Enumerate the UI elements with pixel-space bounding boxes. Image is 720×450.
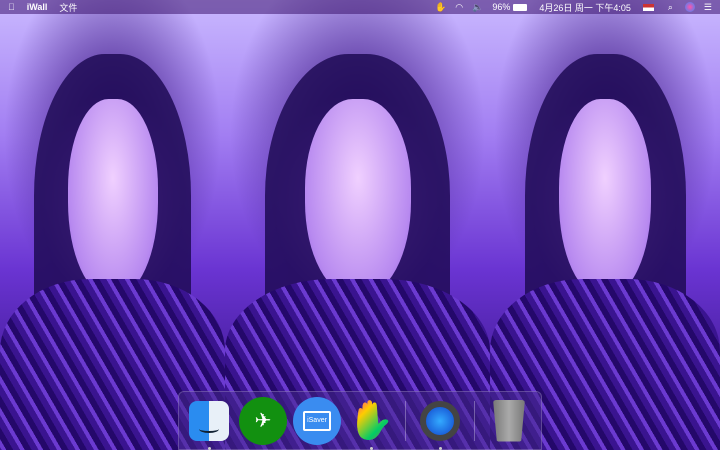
menu-bar:  iWall 文件 ✋ ◠ 🔈 96% 4月26日 周一 下午4:05 ⌕ ☰ bbox=[0, 0, 720, 14]
wallpaper-panel-left bbox=[0, 0, 225, 450]
dock-app-quicktime[interactable] bbox=[416, 397, 464, 450]
input-source-flag-icon[interactable] bbox=[642, 3, 654, 11]
dock-app-isaver[interactable]: iSaver bbox=[293, 396, 341, 445]
wifi-icon[interactable]: ◠ bbox=[455, 2, 463, 13]
dock-separator bbox=[405, 400, 406, 441]
dock-separator bbox=[474, 400, 475, 441]
battery-percent[interactable]: 96% bbox=[492, 2, 510, 12]
quicktime-icon bbox=[420, 400, 460, 441]
hand-icon[interactable]: ✋ bbox=[435, 2, 446, 13]
dock-app-finder[interactable] bbox=[185, 397, 233, 450]
isaver-label: iSaver bbox=[303, 410, 331, 431]
notification-center-icon[interactable]: ☰ bbox=[704, 2, 712, 13]
app-menu[interactable]: iWall bbox=[27, 2, 48, 12]
dock-app-airplane[interactable]: ✈ bbox=[239, 396, 287, 445]
dock-app-trash[interactable] bbox=[485, 397, 533, 445]
isaver-icon: iSaver bbox=[293, 396, 341, 445]
running-indicator bbox=[369, 446, 373, 450]
finder-icon bbox=[189, 400, 229, 441]
wallpaper-panel-center bbox=[225, 0, 490, 450]
running-indicator bbox=[207, 446, 211, 450]
siri-icon[interactable] bbox=[684, 2, 695, 12]
trash-icon bbox=[493, 399, 525, 442]
airplane-icon: ✈ bbox=[239, 396, 287, 445]
dock: ✈ iSaver ✋ bbox=[178, 391, 542, 450]
spotlight-search-icon[interactable]: ⌕ bbox=[668, 2, 673, 13]
apple-menu-icon[interactable]:  bbox=[8, 2, 15, 12]
wallpaper-panel-right bbox=[490, 0, 720, 450]
dock-app-hand-paint[interactable]: ✋ bbox=[347, 397, 395, 450]
colorful-hand-icon: ✋ bbox=[347, 399, 395, 442]
volume-icon[interactable]: 🔈 bbox=[472, 2, 483, 13]
battery-icon[interactable] bbox=[513, 3, 528, 11]
menu-file[interactable]: 文件 bbox=[59, 1, 77, 14]
clock[interactable]: 4月26日 周一 下午4:05 bbox=[539, 1, 631, 14]
running-indicator bbox=[438, 446, 442, 450]
